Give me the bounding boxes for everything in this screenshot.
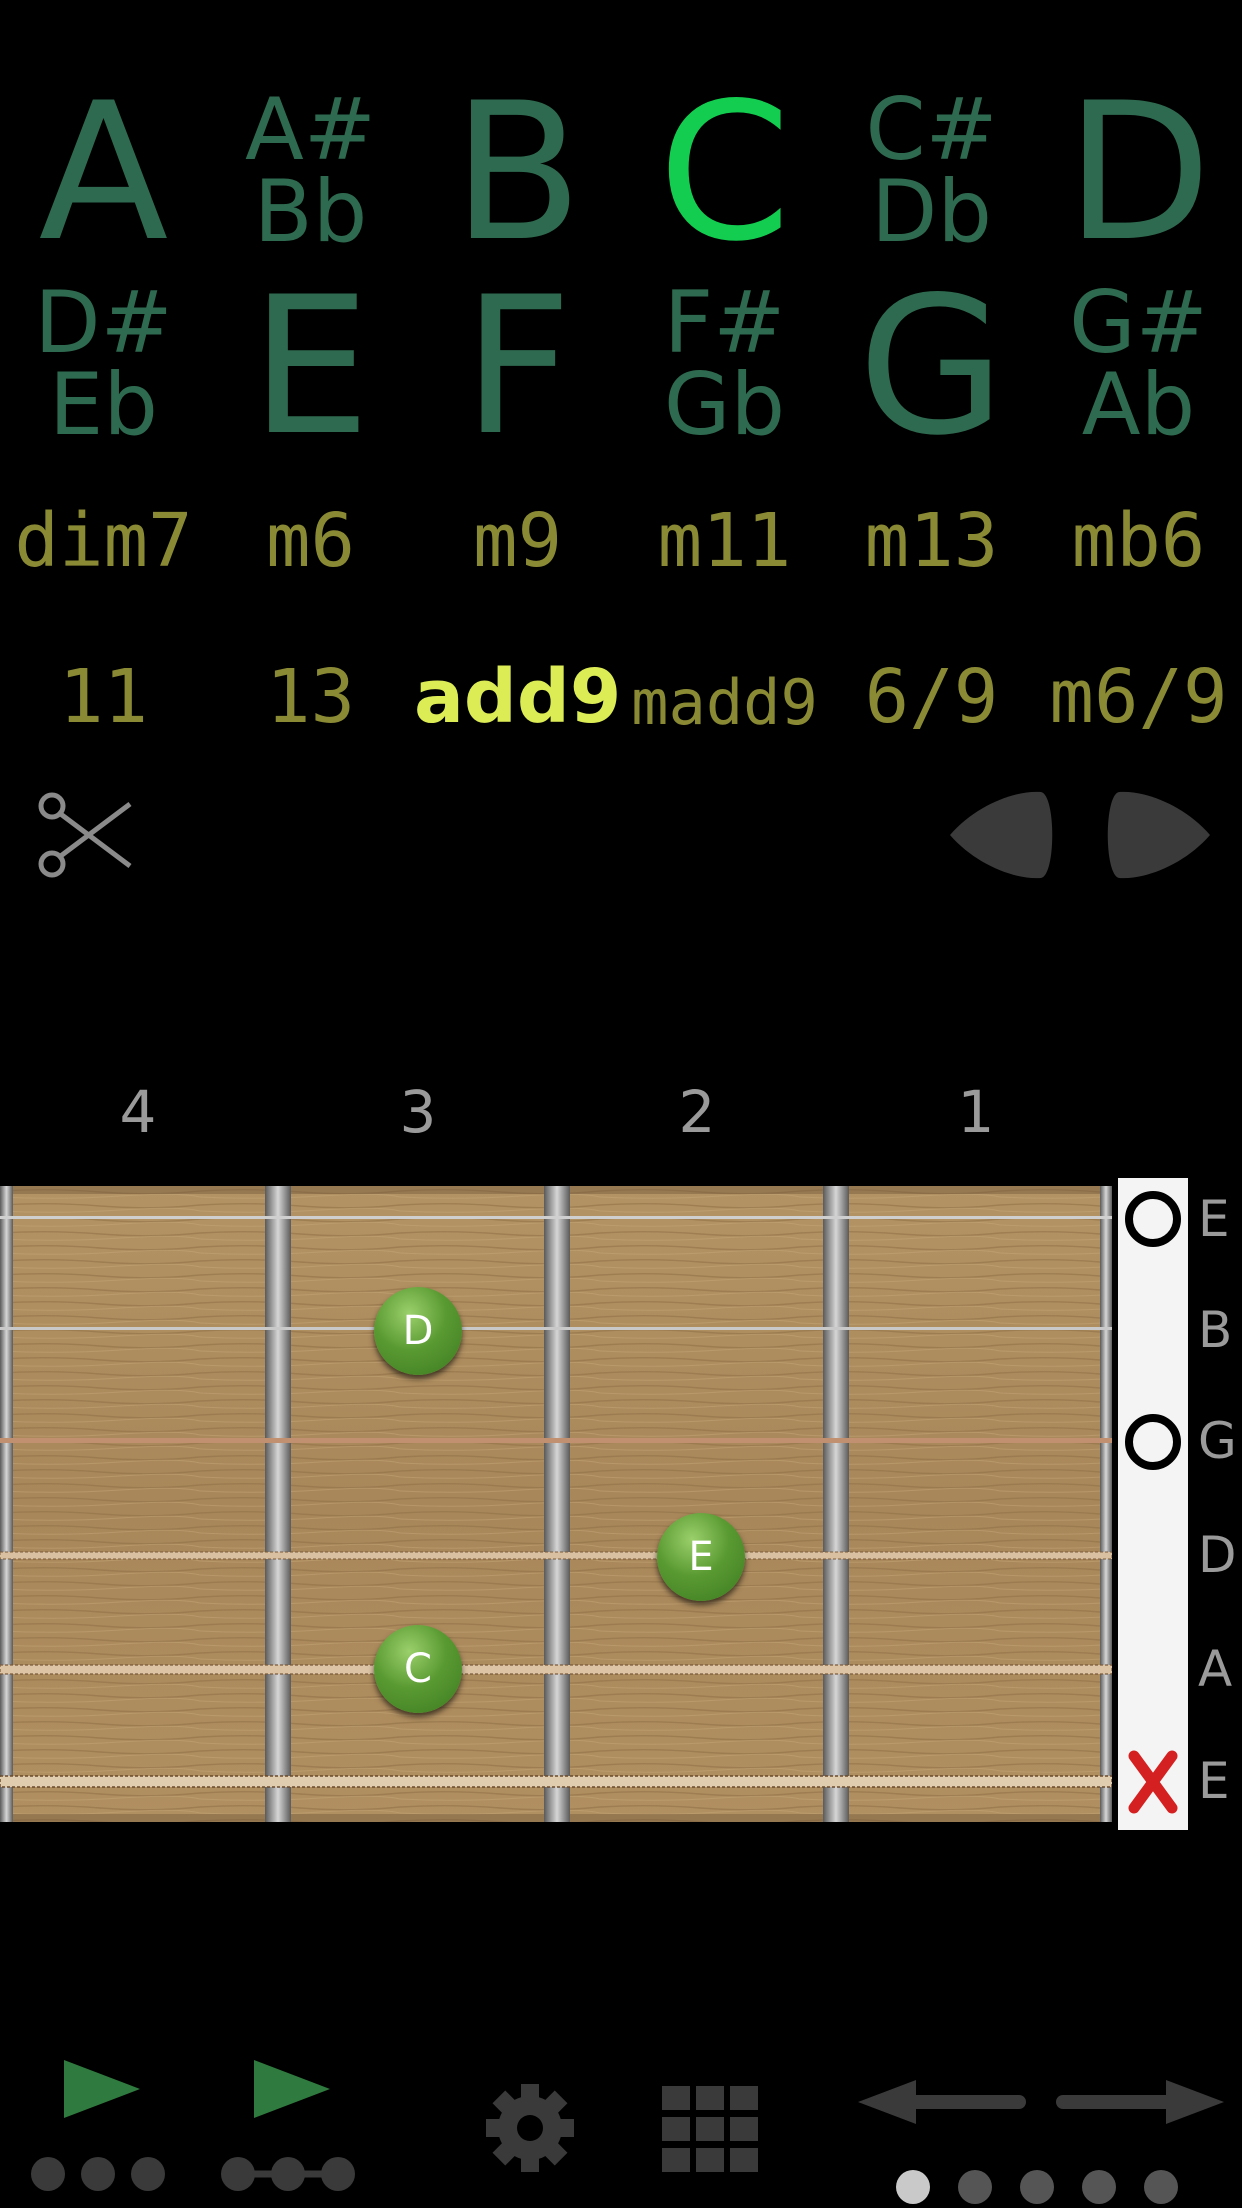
- play-icon: [254, 2060, 330, 2118]
- root-c-button[interactable]: C: [621, 78, 828, 268]
- fret-number-1: 1: [957, 1078, 995, 1146]
- chord-type-m6-9[interactable]: m6/9: [1035, 654, 1242, 740]
- string-label-g: G: [1198, 1412, 1237, 1470]
- page-dot-active[interactable]: [896, 2170, 930, 2204]
- string-label-b: B: [1198, 1301, 1233, 1359]
- guitar-pick-right-icon[interactable]: [1104, 790, 1214, 880]
- root-label: C: [658, 62, 791, 283]
- page-dot[interactable]: [1144, 2170, 1178, 2204]
- root-label-flat: Bb: [253, 161, 368, 262]
- chord-type-m13[interactable]: m13: [828, 498, 1035, 584]
- root-label: D: [1065, 62, 1212, 283]
- root-label-sharp: D#: [34, 273, 173, 373]
- root-d-sharp-button[interactable]: D# Eb: [0, 273, 207, 455]
- fretboard[interactable]: [0, 1186, 1113, 1822]
- chord-type-dim7[interactable]: dim7: [0, 498, 207, 584]
- root-label-sharp: G#: [1069, 273, 1208, 373]
- page-dot[interactable]: [1082, 2170, 1116, 2204]
- note-dot[interactable]: E: [657, 1513, 745, 1601]
- chord-type-13[interactable]: 13: [207, 654, 414, 740]
- arrow-right-icon[interactable]: [1056, 2080, 1224, 2124]
- play-strum-button[interactable]: [28, 2052, 172, 2192]
- root-b-button[interactable]: B: [414, 78, 621, 268]
- chord-type-m11[interactable]: m11: [621, 498, 828, 584]
- page-dot[interactable]: [1020, 2170, 1054, 2204]
- root-label: B: [452, 62, 583, 283]
- root-a-button[interactable]: A: [0, 78, 207, 268]
- root-g-button[interactable]: G: [828, 272, 1035, 462]
- root-c-sharp-button[interactable]: C# Db: [828, 80, 1035, 262]
- root-label-flat: Gb: [663, 354, 786, 455]
- root-f-sharp-button[interactable]: F# Gb: [621, 273, 828, 455]
- root-d-button[interactable]: D: [1035, 78, 1242, 268]
- root-label-sharp: C#: [865, 80, 998, 180]
- root-label: F: [462, 256, 573, 477]
- fret-number-3: 3: [399, 1078, 437, 1146]
- open-string-marker[interactable]: [1124, 1190, 1182, 1248]
- chord-type-11[interactable]: 11: [0, 654, 207, 740]
- open-string-marker[interactable]: [1124, 1413, 1182, 1471]
- play-arpeggio-button[interactable]: [218, 2052, 362, 2192]
- string-label-high-e: E: [1198, 1190, 1230, 1248]
- string-label-a: A: [1198, 1640, 1233, 1698]
- chord-type-mb6[interactable]: mb6: [1035, 498, 1242, 584]
- chord-type-6-9[interactable]: 6/9: [828, 654, 1035, 740]
- chord-type-madd9[interactable]: madd9: [621, 666, 828, 739]
- page-indicator: [896, 2170, 1196, 2204]
- root-a-sharp-button[interactable]: A# Bb: [207, 80, 414, 262]
- gear-icon[interactable]: [484, 2082, 576, 2174]
- fret-number-4: 4: [119, 1078, 157, 1146]
- root-label-sharp: A#: [245, 80, 376, 180]
- root-label: G: [857, 256, 1006, 477]
- muted-string-icon[interactable]: [1126, 1750, 1180, 1814]
- chord-type-m9[interactable]: m9: [414, 498, 621, 584]
- root-label-flat: Db: [871, 161, 992, 262]
- root-label: A: [38, 62, 169, 283]
- guitar-pick-left-icon[interactable]: [946, 790, 1056, 880]
- play-icon: [64, 2060, 140, 2118]
- root-label-flat: Ab: [1081, 354, 1196, 455]
- string-label-d: D: [1198, 1526, 1237, 1584]
- note-dot[interactable]: C: [374, 1625, 462, 1713]
- string-label-low-e: E: [1198, 1752, 1230, 1810]
- chord-type-m6[interactable]: m6: [207, 498, 414, 584]
- root-label-flat: Eb: [49, 354, 158, 455]
- root-g-sharp-button[interactable]: G# Ab: [1035, 273, 1242, 455]
- nut: [1118, 1178, 1188, 1830]
- root-f-button[interactable]: F: [414, 272, 621, 462]
- page-dot[interactable]: [958, 2170, 992, 2204]
- note-dot[interactable]: D: [374, 1287, 462, 1375]
- root-label: E: [250, 256, 371, 477]
- arrow-left-icon[interactable]: [858, 2080, 1026, 2124]
- root-label-sharp: F#: [663, 273, 786, 373]
- root-e-button[interactable]: E: [207, 272, 414, 462]
- fret-number-2: 2: [678, 1078, 716, 1146]
- scissors-icon[interactable]: [34, 788, 138, 882]
- grid-icon[interactable]: [662, 2086, 758, 2172]
- chord-type-add9[interactable]: add9: [414, 654, 621, 740]
